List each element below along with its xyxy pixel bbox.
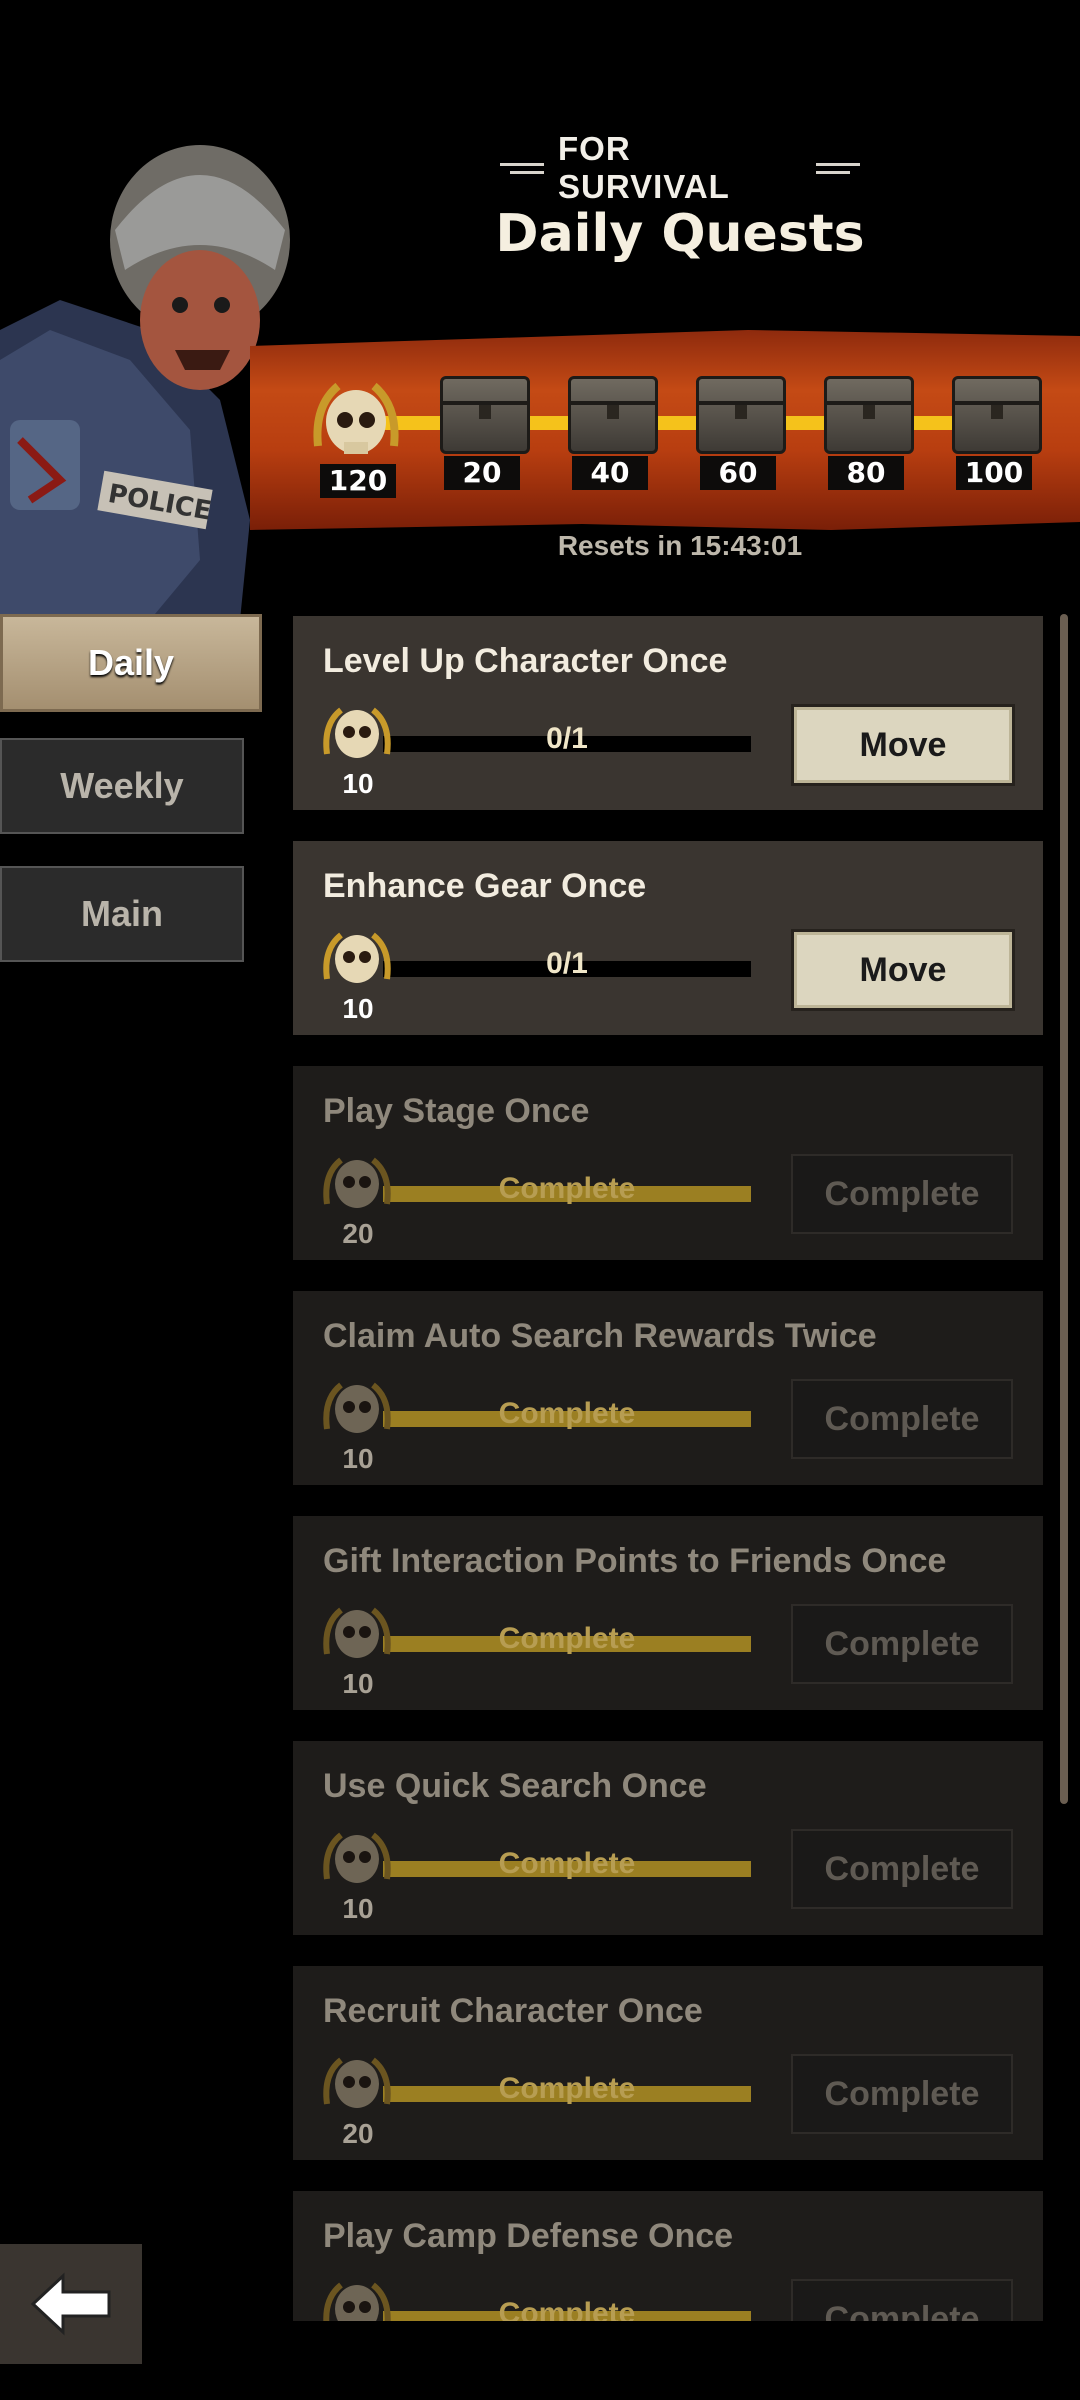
progress-text: Complete [498, 2072, 636, 2105]
quest-card: Level Up Character Once 0/1 10 Move [293, 616, 1043, 810]
skull-laurel-icon [323, 1832, 391, 1883]
quest-card: Claim Auto Search Rewards Twice Complete… [293, 1291, 1043, 1485]
complete-button: Complete [791, 1379, 1013, 1459]
quest-card: Enhance Gear Once 0/1 10 Move [293, 841, 1043, 1035]
quest-list-scrollbar[interactable] [1060, 614, 1068, 1804]
skull-laurel-icon [323, 2057, 391, 2108]
quest-reward: 20 [342, 2118, 374, 2149]
skull-laurel-icon [323, 1157, 391, 1208]
quest-title: Recruit Character Once [323, 1992, 703, 2030]
decor-lines-left-icon [500, 162, 544, 174]
skull-laurel-icon [323, 932, 391, 983]
progress-text: Complete [498, 1397, 636, 1430]
quest-reward: 10 [342, 768, 374, 799]
skull-laurel-icon [323, 1607, 391, 1658]
quest-card: Play Camp Defense Once Complete 10 Compl… [293, 2191, 1043, 2321]
quest-reward: 20 [342, 1218, 374, 1249]
quest-title: Gift Interaction Points to Friends Once [323, 1542, 947, 1580]
quest-title: Claim Auto Search Rewards Twice [323, 1317, 877, 1355]
milestone-chest-1[interactable]: 20 [434, 368, 530, 490]
quest-reward: 10 [342, 1443, 374, 1474]
milestone-value: 80 [828, 456, 904, 490]
skull-laurel-icon [323, 707, 391, 758]
reset-timer: Resets in 15:43:01 [557, 530, 803, 561]
chest-icon [696, 376, 786, 454]
quest-title: Level Up Character Once [323, 642, 728, 680]
milestone-value: 100 [956, 456, 1032, 490]
tab-weekly[interactable]: Weekly [0, 738, 244, 834]
subtitle-text: FOR SURVIVAL [558, 130, 730, 205]
quest-title: Play Stage Once [323, 1092, 590, 1130]
quest-card: Recruit Character Once Complete 20 Compl… [293, 1966, 1043, 2160]
progress-text: Complete [498, 1622, 636, 1655]
complete-button: Complete [791, 1604, 1013, 1684]
chest-icon [824, 376, 914, 454]
quest-reward: 10 [342, 993, 374, 1024]
quest-title: Use Quick Search Once [323, 1767, 707, 1805]
chest-icon [568, 376, 658, 454]
current-points-value: 120 [320, 464, 396, 498]
complete-button: Complete [791, 1154, 1013, 1234]
back-button[interactable] [0, 2244, 142, 2364]
progress-text: 0/1 [546, 947, 588, 980]
progress-text: Complete [498, 2297, 636, 2321]
decor-lines-right-icon [816, 162, 860, 174]
quest-reward: 10 [342, 1668, 374, 1699]
quest-card: Use Quick Search Once Complete 10 Comple… [293, 1741, 1043, 1935]
chest-icon [952, 376, 1042, 454]
milestone-chest-2[interactable]: 40 [562, 368, 658, 490]
milestone-value: 40 [572, 456, 648, 490]
move-button[interactable]: Move [791, 704, 1015, 786]
progress-text: 0/1 [546, 722, 588, 755]
header-subtitle: FOR SURVIVAL [500, 130, 860, 205]
arrow-left-icon [30, 2272, 111, 2336]
page-title: Daily Quests [495, 204, 865, 264]
tab-main[interactable]: Main [0, 866, 244, 962]
complete-button: Complete [791, 1829, 1013, 1909]
skull-laurel-icon [323, 1382, 391, 1433]
progress-text: Complete [498, 1847, 636, 1880]
skull-laurel-icon [323, 2282, 391, 2321]
progress-text: Complete [498, 1172, 636, 1205]
milestone-value: 20 [444, 456, 520, 490]
milestone-value: 60 [700, 456, 776, 490]
quest-reward: 10 [342, 1893, 374, 1924]
milestone-chest-4[interactable]: 80 [818, 368, 914, 490]
tab-daily[interactable]: Daily [0, 614, 262, 712]
complete-button: Complete [791, 2279, 1013, 2321]
current-points: 120 [310, 386, 406, 506]
milestone-chest-3[interactable]: 60 [690, 368, 786, 490]
milestone-chest-5[interactable]: 100 [946, 368, 1042, 490]
move-button[interactable]: Move [791, 929, 1015, 1011]
quest-title: Play Camp Defense Once [323, 2217, 734, 2255]
quest-title: Enhance Gear Once [323, 867, 647, 905]
chest-icon [440, 376, 530, 454]
quest-list[interactable]: Level Up Character Once 0/1 10 Move Enha… [293, 616, 1043, 2321]
quest-card: Play Stage Once Complete 20 Complete [293, 1066, 1043, 1260]
quest-card: Gift Interaction Points to Friends Once … [293, 1516, 1043, 1710]
complete-button: Complete [791, 2054, 1013, 2134]
